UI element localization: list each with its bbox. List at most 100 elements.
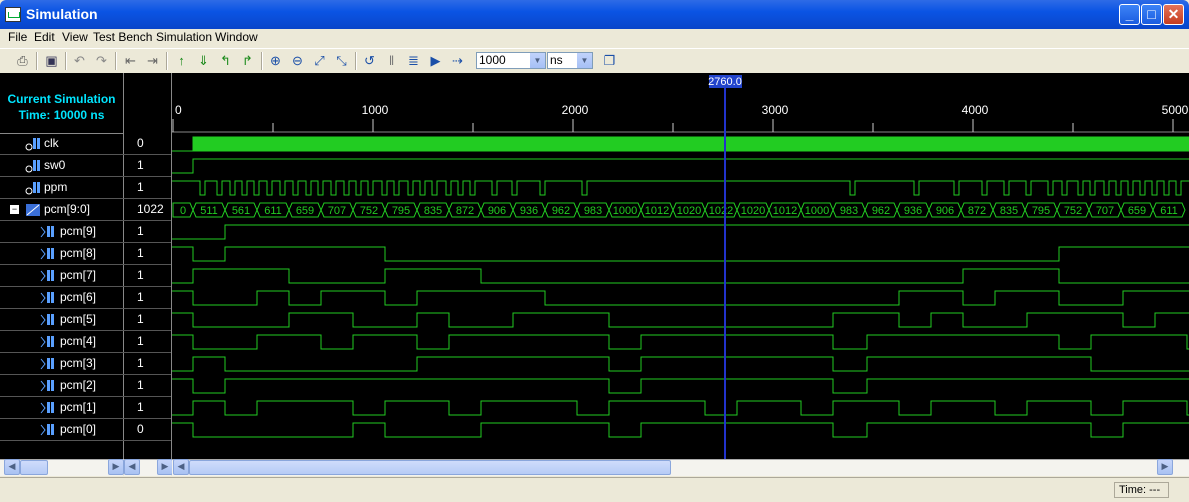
menu-view[interactable]: View [62,30,88,44]
header-line1: Current Simulation [7,92,116,106]
ruler-label: 2000 [562,103,589,117]
scroll-right-icon[interactable]: ▶ [157,459,173,475]
zoom-out-icon[interactable]: ⊖ [289,52,306,69]
redo-icon[interactable]: ↷ [93,52,110,69]
signal-row[interactable]: pcm[2] 1 [0,375,171,397]
name-scroll-thumb[interactable] [20,460,48,475]
restart-icon[interactable]: ↺ [361,52,378,69]
signal-row[interactable]: pcm[5] 1 [0,309,171,331]
bus-value-label: 795 [1032,205,1050,217]
run-icon[interactable]: ▶ [427,52,444,69]
signal-waveform [172,312,1189,328]
bus-value-label: 1000 [805,205,829,217]
zoom-full-icon[interactable]: ⤡ [333,52,350,69]
menu-window[interactable]: Window [215,30,258,44]
run-all-icon[interactable]: ≣ [405,52,422,69]
signal-waveform [172,224,1189,240]
signal-name: pcm[6] [60,290,97,304]
bit-signal-icon [40,269,56,283]
shift-left-icon[interactable]: ⇤ [122,52,139,69]
add-marker-icon[interactable]: ↑ [173,52,190,69]
bit-signal-icon [40,247,56,261]
bit-signal-icon [40,423,56,437]
signal-value: 1 [137,268,144,282]
signal-name: pcm[1] [60,400,97,414]
waveform-canvas[interactable]: 0 1000 2000 3000 4000 5000 0 511 561 611 659 707 752… [172,73,1189,459]
collapse-icon[interactable]: − [10,205,19,214]
signal-value: 1 [137,312,144,326]
shift-right-icon[interactable]: ⇥ [144,52,161,69]
scroll-right-icon[interactable]: ▶ [1157,459,1173,475]
signal-name: ppm [44,180,68,194]
ruler-label: 0 [175,103,182,117]
signal-row[interactable]: pcm[1] 1 [0,397,171,419]
ruler-label: 3000 [762,103,789,117]
signal-row[interactable]: − pcm[9:0] 1022 [0,199,171,221]
wave-scroll-thumb[interactable] [189,460,671,475]
signal-row[interactable]: clk 0 [0,133,171,155]
menu-test-bench[interactable]: Test Bench [93,30,152,44]
previous-transition-icon[interactable]: ↰ [217,52,234,69]
signal-value: 1 [137,378,144,392]
menu-file[interactable]: File [8,30,27,44]
bus-value-label: 707 [1096,205,1114,217]
bus-value-label: 936 [904,205,922,217]
signal-name: pcm[8] [60,246,97,260]
menu-edit[interactable]: Edit [34,30,55,44]
scroll-left-icon[interactable]: ◀ [173,459,189,475]
toolbar: ⎙ ▣ ↶ ↷ ⇤ ⇥ ↑ ⇓ ↰ ↱ ⊕ ⊖ ⤢ ⤡ ↺ ‖ ≣ ▶ ⇢ 10… [0,48,1189,74]
scroll-right-icon[interactable]: ▶ [108,459,124,475]
signal-row[interactable]: pcm[0] 0 [0,419,171,441]
signal-value: 1 [137,246,144,260]
chevron-down-icon[interactable]: ▼ [530,53,545,68]
signal-value: 1 [137,400,144,414]
signal-waveform [172,400,1189,416]
signal-row[interactable]: ppm 1 [0,177,171,199]
signal-name: sw0 [44,158,66,172]
signal-row[interactable]: pcm[7] 1 [0,265,171,287]
minimize-button[interactable]: _ [1119,4,1140,25]
save-icon[interactable]: ▣ [43,52,60,69]
bus-value-label: 0 [180,205,186,217]
signal-name: pcm[7] [60,268,97,282]
signal-value: 1 [137,356,144,370]
time-unit-select[interactable]: ns ▼ [547,52,593,69]
header-line2: Time: 10000 ns [18,108,105,122]
print-icon[interactable]: ⎙ [14,52,31,69]
bus-value-label: 561 [232,205,250,217]
signal-waveform [172,246,1189,262]
bit-signal-icon [40,291,56,305]
signal-row[interactable]: pcm[8] 1 [0,243,171,265]
menu-simulation[interactable]: Simulation [156,30,212,44]
toolbar-separator [36,52,38,70]
scroll-left-icon[interactable]: ◀ [4,459,20,475]
ruler-label: 4000 [962,103,989,117]
measure-icon[interactable]: ⇓ [195,52,212,69]
signal-row[interactable]: sw0 1 [0,155,171,177]
signal-row[interactable]: pcm[6] 1 [0,287,171,309]
signal-row[interactable]: pcm[3] 1 [0,353,171,375]
ruler-label: 1000 [362,103,389,117]
next-transition-icon[interactable]: ↱ [239,52,256,69]
maximize-button[interactable]: □ [1141,4,1162,25]
close-button[interactable]: ✕ [1163,4,1184,25]
bit-signal-icon [40,357,56,371]
float-window-icon[interactable]: ❐ [601,52,618,69]
bus-value-label: 1012 [645,205,669,217]
pause-icon[interactable]: ‖ [383,52,400,69]
signal-name: pcm[9:0] [44,202,91,216]
bus-value-label: 936 [520,205,538,217]
toolbar-separator [355,52,357,70]
zoom-in-icon[interactable]: ⊕ [267,52,284,69]
cursor-label: 2760.0 [708,76,742,88]
chevron-down-icon[interactable]: ▼ [577,53,592,68]
app-icon [5,7,21,22]
signal-waveform [172,158,1189,174]
undo-icon[interactable]: ↶ [71,52,88,69]
zoom-fit-icon[interactable]: ⤢ [311,52,328,69]
signal-row[interactable]: pcm[4] 1 [0,331,171,353]
signal-row[interactable]: pcm[9] 1 [0,221,171,243]
sim-time-field[interactable]: 1000 ▼ [476,52,546,69]
scroll-left-icon[interactable]: ◀ [124,459,140,475]
step-icon[interactable]: ⇢ [449,52,466,69]
